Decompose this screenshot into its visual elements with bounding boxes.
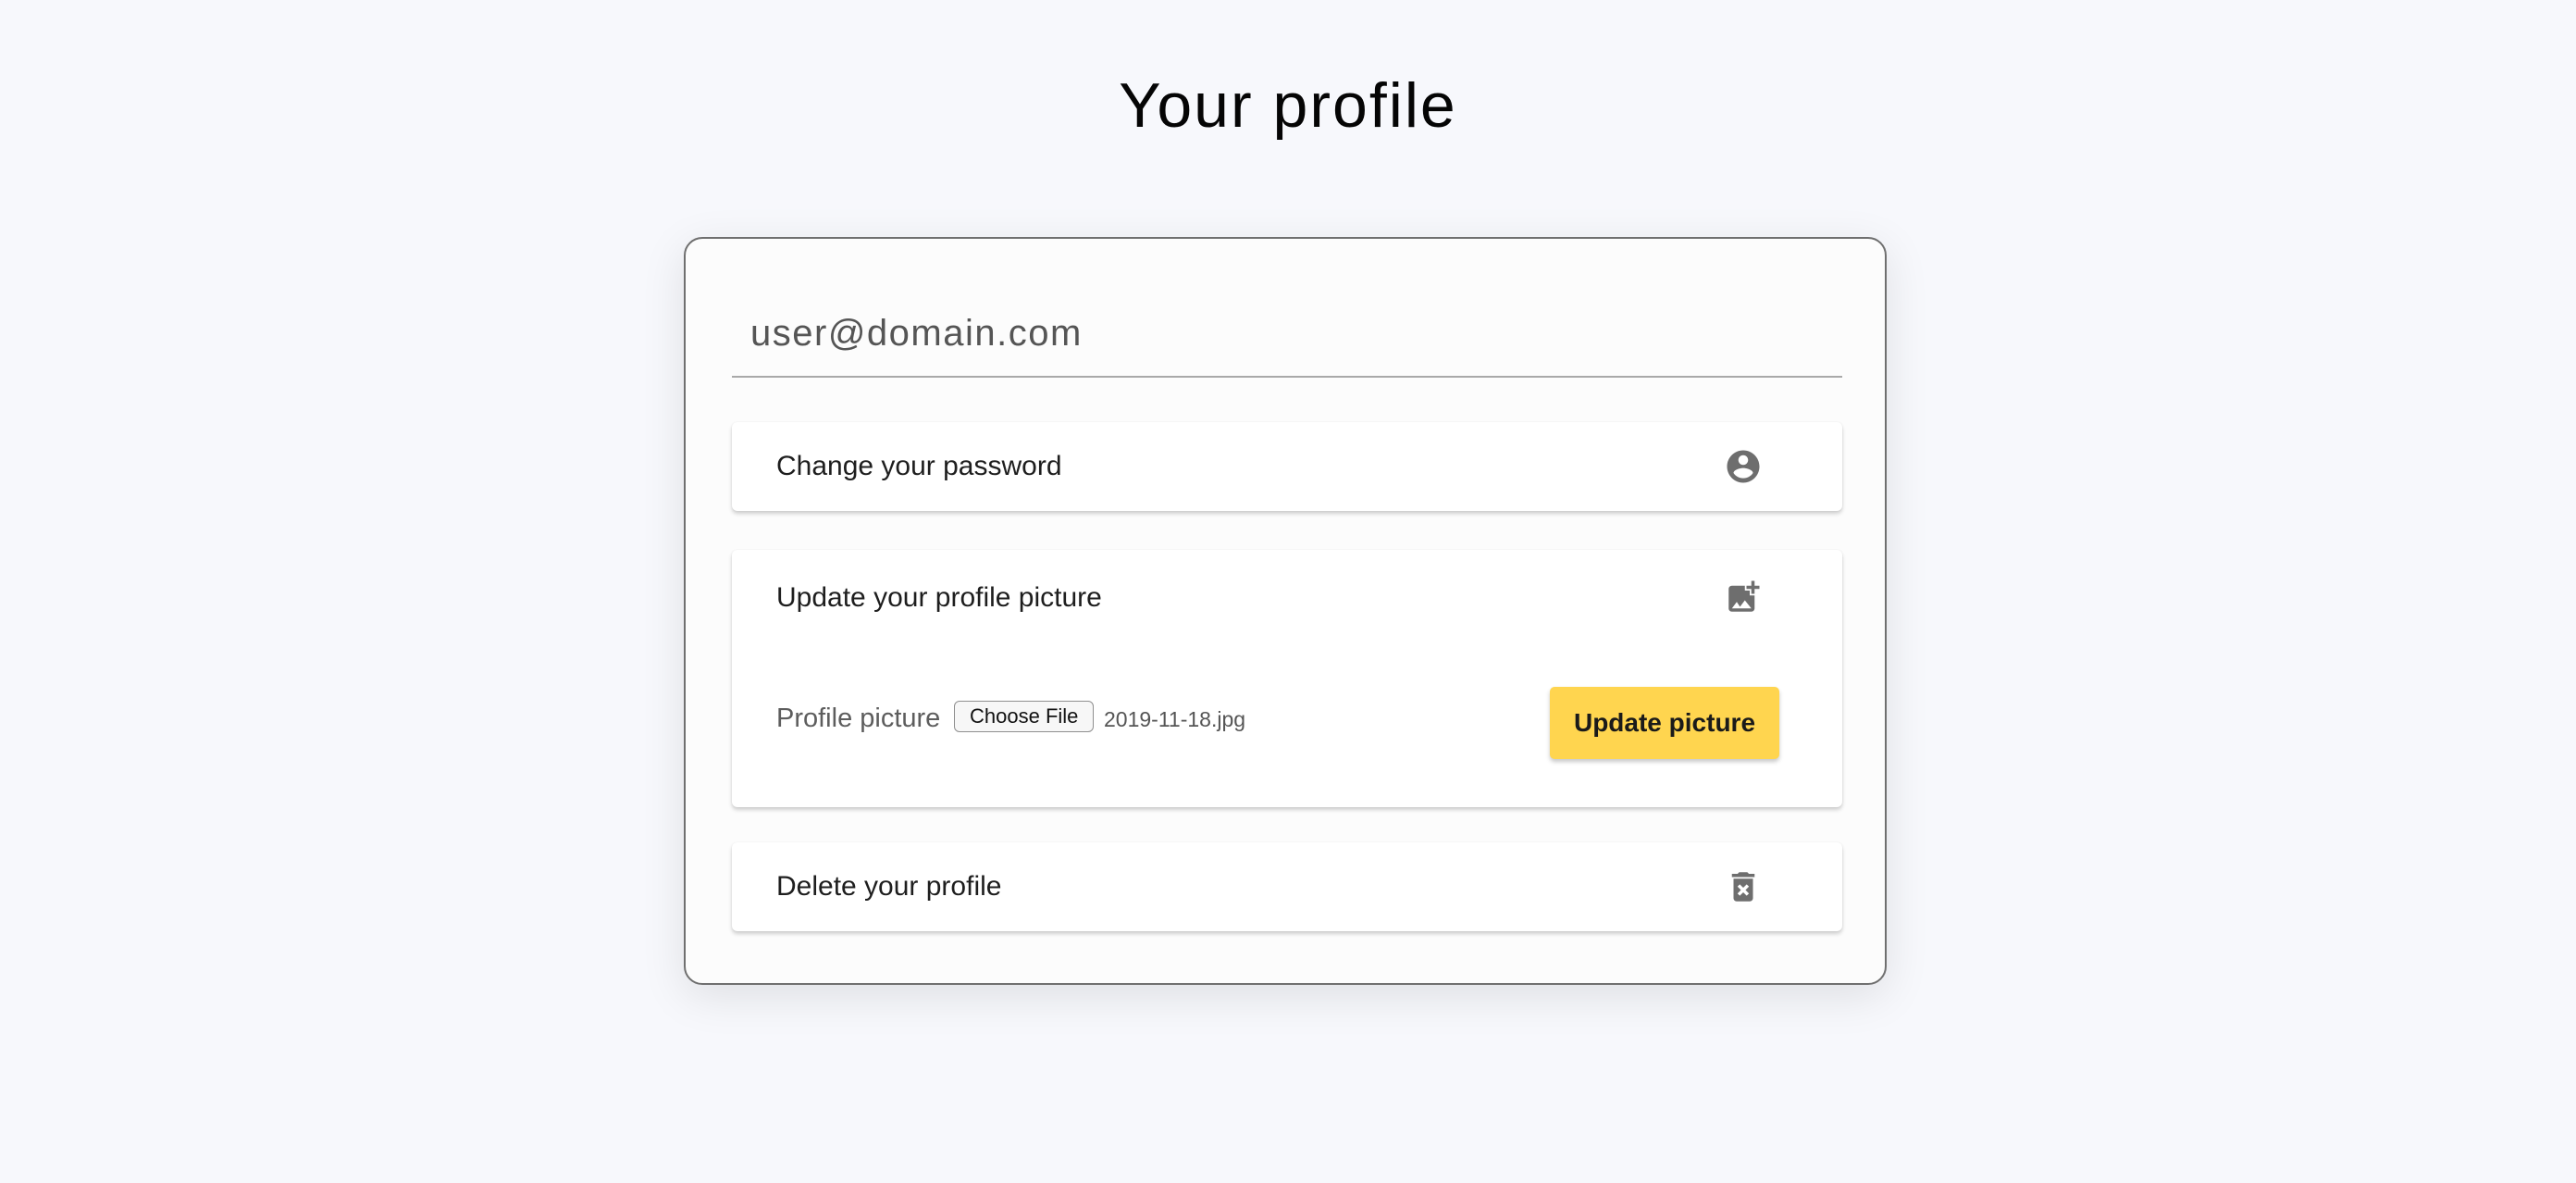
- email-value: user@domain.com: [750, 313, 1083, 354]
- delete-forever-icon: [1731, 872, 1755, 902]
- selected-file-name: 2019-11-18.jpg: [1104, 707, 1246, 731]
- change-password-section[interactable]: Change your password: [732, 422, 1842, 511]
- update-picture-title: Update your profile picture: [776, 582, 1102, 613]
- page-title: Your profile: [1119, 70, 1457, 141]
- profile-picture-label: Profile picture: [776, 704, 941, 733]
- account-circle-icon: [1727, 450, 1760, 483]
- delete-profile-section[interactable]: Delete your profile: [732, 842, 1842, 931]
- choose-file-button[interactable]: Choose File: [954, 701, 1095, 732]
- email-field: user@domain.com: [732, 304, 1842, 378]
- change-password-title[interactable]: Change your password: [776, 450, 1062, 483]
- delete-profile-title[interactable]: Delete your profile: [776, 870, 1001, 903]
- update-picture-button[interactable]: Update picture: [1550, 687, 1779, 759]
- add-photo-icon: [1728, 580, 1760, 612]
- update-picture-section: Update your profile picture Profile pict…: [732, 550, 1842, 807]
- profile-card: user@domain.com Change your password Upd…: [684, 237, 1887, 985]
